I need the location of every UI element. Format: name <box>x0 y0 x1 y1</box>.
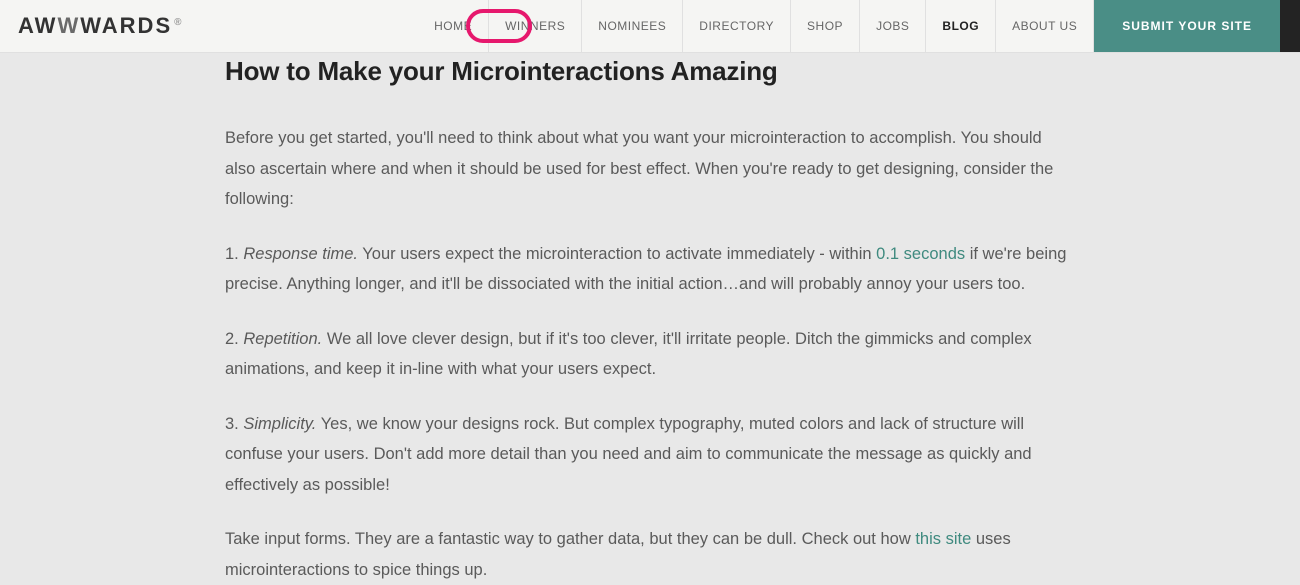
article-intro: Before you get started, you'll need to t… <box>225 123 1075 215</box>
article-point-3: 3. Simplicity. Yes, we know your designs… <box>225 409 1075 501</box>
p3-num: 3. <box>225 415 243 433</box>
nav-item-home[interactable]: HOME <box>418 0 489 52</box>
article-point-1: 1. Response time. Your users expect the … <box>225 239 1075 300</box>
main-nav: HOME WINNERS NOMINEES DIRECTORY SHOP JOB… <box>418 0 1300 52</box>
this-site-link[interactable]: this site <box>915 530 971 548</box>
nav-item-nominees[interactable]: NOMINEES <box>582 0 683 52</box>
nav-label: DIRECTORY <box>699 19 774 33</box>
logo-part1: AW <box>18 13 57 38</box>
article-outro: Take input forms. They are a fantastic w… <box>225 524 1075 585</box>
nav-item-jobs[interactable]: JOBS <box>860 0 926 52</box>
p1-a: Your users expect the microinteraction t… <box>358 245 876 263</box>
nav-label: JOBS <box>876 19 909 33</box>
article-content: How to Make your Microinteractions Amazi… <box>215 56 1085 585</box>
nav-label: HOME <box>434 19 472 33</box>
logo-mid: W <box>57 13 80 38</box>
p2-num: 2. <box>225 330 243 348</box>
nav-item-about[interactable]: ABOUT US <box>996 0 1094 52</box>
logo-reg: ® <box>174 17 183 28</box>
nav-item-winners[interactable]: WINNERS <box>489 0 582 52</box>
nav-item-blog[interactable]: BLOG <box>926 0 996 52</box>
nav-item-shop[interactable]: SHOP <box>791 0 860 52</box>
response-time-link[interactable]: 0.1 seconds <box>876 245 965 263</box>
nav-label: NOMINEES <box>598 19 666 33</box>
outro-a: Take input forms. They are a fantastic w… <box>225 530 915 548</box>
p1-em: Response time. <box>243 245 358 263</box>
nav-label: BLOG <box>942 19 979 33</box>
p3-em: Simplicity. <box>243 415 316 433</box>
nav-label: ABOUT US <box>1012 19 1077 33</box>
logo-part3: ARDS <box>102 13 172 38</box>
search-strip[interactable] <box>1280 0 1300 52</box>
submit-site-button[interactable]: SUBMIT YOUR SITE <box>1094 0 1280 52</box>
submit-label: SUBMIT YOUR SITE <box>1122 19 1252 33</box>
p2-em: Repetition. <box>243 330 322 348</box>
nav-item-directory[interactable]: DIRECTORY <box>683 0 791 52</box>
p1-num: 1. <box>225 245 243 263</box>
logo[interactable]: AWWWARDS® <box>18 13 184 39</box>
article-point-2: 2. Repetition. We all love clever design… <box>225 324 1075 385</box>
p2-rest: We all love clever design, but if it's t… <box>225 330 1032 379</box>
nav-label: SHOP <box>807 19 843 33</box>
logo-part2: W <box>80 13 102 38</box>
header: AWWWARDS® HOME WINNERS NOMINEES DIRECTOR… <box>0 0 1300 53</box>
p3-rest: Yes, we know your designs rock. But comp… <box>225 415 1032 494</box>
nav-label: WINNERS <box>505 19 565 33</box>
article-title: How to Make your Microinteractions Amazi… <box>225 56 1075 87</box>
